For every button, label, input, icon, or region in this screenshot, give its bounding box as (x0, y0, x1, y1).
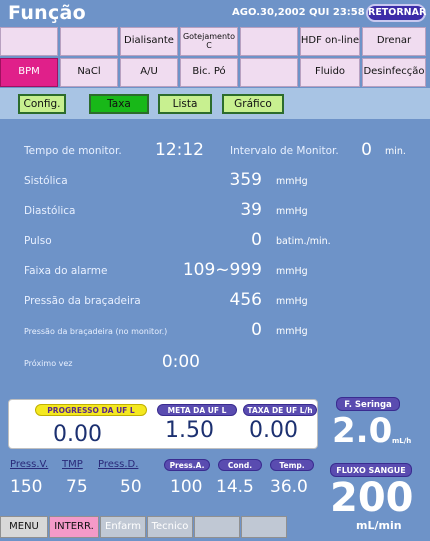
proximo-value: 0:00 (161, 352, 200, 372)
tmp-label: TMP (62, 459, 83, 470)
tab-bpm[interactable]: BPM (0, 58, 58, 87)
tab-row-1: Dialisante Gotejamento C HDF on-line Dre… (0, 27, 428, 56)
tempo-value[interactable]: 12:12 (148, 140, 204, 160)
tecnico-button[interactable]: Tecnico (147, 516, 193, 538)
blood-flow-unit: mL/min (356, 519, 402, 532)
blood-flow-value[interactable]: 200 (330, 475, 414, 521)
tab-blank-1[interactable] (0, 27, 58, 56)
tab-blank-4[interactable] (240, 58, 298, 87)
temperature-value: 36.0 (270, 477, 308, 497)
page-title: Função (8, 2, 87, 24)
tab-dialisante[interactable]: Dialisante (120, 27, 178, 56)
pressao-monitor-unit: mmHg (276, 326, 308, 337)
tab-nacl[interactable]: NaCl (60, 58, 118, 87)
intervalo-value[interactable]: 0 (350, 140, 372, 160)
diastolica-unit: mmHg (276, 206, 308, 217)
sub-button-bar: Config. Taxa Lista Gráfico (0, 88, 430, 119)
pressao-unit: mmHg (276, 296, 308, 307)
footer-blank-2[interactable] (241, 516, 287, 538)
tab-fluido[interactable]: Fluido (300, 58, 360, 87)
lista-button[interactable]: Lista (158, 94, 212, 114)
sistolica-value: 359 (229, 170, 262, 190)
tab-gotejamento[interactable]: Gotejamento C (180, 27, 238, 56)
pressao-value[interactable]: 456 (200, 290, 262, 310)
footer-blank-1[interactable] (194, 516, 240, 538)
pressao-monitor-value: 0 (251, 320, 262, 340)
tab-blank-3[interactable] (240, 27, 298, 56)
row-sistolica: Sistólica 359 mmHg (10, 170, 420, 190)
pressure-row: Press.V. TMP Press.D. Press.A. Cond. Tem… (8, 453, 320, 513)
interrupt-button[interactable]: INTERR. (49, 516, 99, 538)
header: Função AGO.30,2002 QUI 23:58 RETORNAR (0, 0, 430, 24)
pulso-label: Pulso (24, 235, 52, 247)
diastolica-label: Diastólica (24, 205, 76, 217)
tab-drenar[interactable]: Drenar (362, 27, 426, 56)
uf-box: PROGRESSO DA UF L META DA UF L TAXA DE U… (8, 399, 318, 449)
footer-bar: MENU INTERR. Enfarm Tecnico (0, 516, 288, 538)
sistolica-label: Sistólica (24, 175, 68, 187)
pulso-unit: batim./min. (276, 236, 331, 247)
config-button[interactable]: Config. (18, 94, 66, 114)
conductivity-value: 14.5 (216, 477, 254, 497)
grafico-button[interactable]: Gráfico (222, 94, 284, 114)
intervalo-label: Intervalo de Monitor. (230, 145, 339, 157)
intervalo-unit: min. (385, 146, 406, 157)
arterial-pressure-value: 100 (170, 477, 203, 497)
row-pressao-monitor: Pressão da braçadeira (no monitor.) 0 mm… (10, 320, 420, 340)
row-diastolica: Diastólica 39 mmHg (10, 200, 420, 220)
arterial-pressure-label: Press.A. (164, 459, 210, 471)
tab-desinfeccao[interactable]: Desinfecção (362, 58, 426, 87)
row-tempo: Tempo de monitor. 12:12 Intervalo de Mon… (10, 140, 420, 160)
syringe-unit: mL/h (392, 437, 412, 445)
venous-pressure-label: Press.V. (10, 459, 49, 470)
pressao-monitor-label: Pressão da braçadeira (no monitor.) (24, 327, 168, 336)
tab-row-2: BPM NaCl A/U Bic. Pó Fluido Desinfecção (0, 58, 428, 87)
sistolica-unit: mmHg (276, 176, 308, 187)
row-pressao: Pressão da braçadeira 456 mmHg (10, 290, 420, 310)
venous-pressure-value: 150 (10, 477, 43, 497)
proximo-label: Próximo vez (24, 359, 73, 368)
bp-monitor-panel: Tempo de monitor. 12:12 Intervalo de Mon… (10, 124, 420, 392)
uf-progress-value: 0.00 (53, 422, 102, 447)
syringe-value[interactable]: 2.0 (332, 411, 392, 451)
conductivity-label: Cond. (218, 459, 262, 471)
taxa-button[interactable]: Taxa (89, 94, 149, 114)
faixa-label: Faixa do alarme (24, 265, 108, 277)
dialysate-pressure-value: 50 (120, 477, 142, 497)
faixa-value[interactable]: 109~999 (160, 260, 262, 280)
tmp-value: 75 (66, 477, 88, 497)
diastolica-value: 39 (240, 200, 262, 220)
tempo-label: Tempo de monitor. (24, 145, 122, 157)
dialysate-pressure-label: Press.D. (98, 459, 139, 470)
row-faixa: Faixa do alarme 109~999 mmHg (10, 260, 420, 280)
tab-bic-po[interactable]: Bic. Pó (180, 58, 238, 87)
enfarm-button[interactable]: Enfarm (100, 516, 146, 538)
datetime: AGO.30,2002 QUI 23:58 (232, 7, 365, 18)
pressao-label: Pressão da braçadeira (24, 295, 141, 307)
uf-rate-label: TAXA DE UF L/h (243, 404, 317, 416)
tab-au[interactable]: A/U (120, 58, 178, 87)
temperature-label: Temp. (270, 459, 314, 471)
row-proximo: Próximo vez 0:00 (10, 352, 420, 372)
faixa-unit: mmHg (276, 266, 308, 277)
tab-hdf-online[interactable]: HDF on-line (300, 27, 360, 56)
right-panel: F. Seringa 2.0 mL/h FLUXO SANGUE 200 mL/… (326, 395, 430, 541)
uf-goal-value[interactable]: 1.50 (165, 418, 214, 443)
return-button[interactable]: RETORNAR (366, 4, 426, 22)
tab-blank-2[interactable] (60, 27, 118, 56)
menu-button[interactable]: MENU (0, 516, 48, 538)
function-screen: Função AGO.30,2002 QUI 23:58 RETORNAR Di… (0, 0, 430, 541)
row-pulso: Pulso 0 batim./min. (10, 230, 420, 250)
uf-goal-label: META DA UF L (157, 404, 237, 416)
uf-progress-label: PROGRESSO DA UF L (35, 404, 147, 416)
syringe-label: F. Seringa (336, 397, 400, 411)
pulso-value: 0 (251, 230, 262, 250)
uf-rate-value: 0.00 (249, 418, 298, 443)
